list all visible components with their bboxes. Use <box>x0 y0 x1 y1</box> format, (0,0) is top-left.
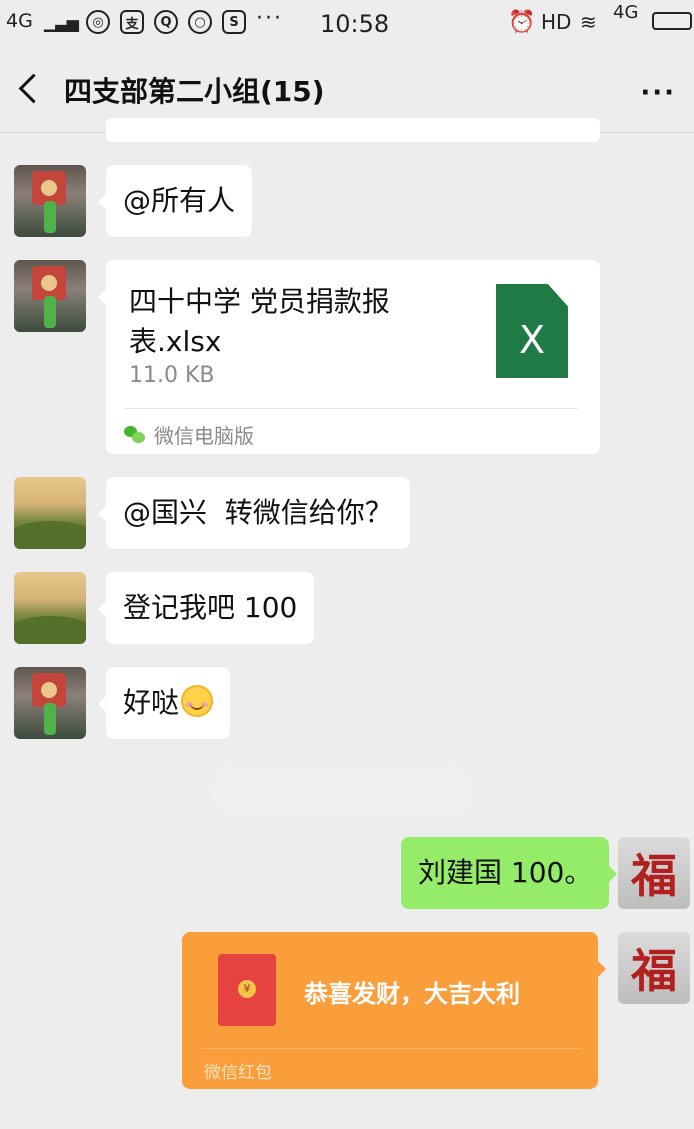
red-packet-greeting: 恭喜发财，大吉大利 <box>304 980 520 1008</box>
partial-message-bubble[interactable] <box>106 118 600 142</box>
chat-title: 四支部第二小组(15) <box>64 75 325 108</box>
message-bubble[interactable]: 好哒 <box>97 667 231 739</box>
pay-icon: 支 <box>120 10 144 34</box>
self-avatar[interactable]: 福 <box>618 932 690 1004</box>
self-avatar[interactable]: 福 <box>618 837 690 909</box>
excel-file-icon: X <box>496 284 568 378</box>
avatar[interactable] <box>14 572 86 644</box>
message-bubble[interactable]: 登记我吧 100 <box>97 572 315 644</box>
alarm-icon: ⏰ <box>508 10 536 35</box>
signal-bars-icon: ▁▃▅ <box>44 13 79 32</box>
avatar[interactable] <box>14 260 86 332</box>
battery-icon <box>652 12 692 30</box>
signal-left: 4G <box>6 10 33 32</box>
avatar[interactable] <box>14 165 86 237</box>
file-name: 四十中学 党员捐款报表.xlsx <box>129 285 390 358</box>
file-size: 11.0 KB <box>129 363 215 388</box>
avatar[interactable] <box>14 477 86 549</box>
red-packet-label: 微信红包 <box>204 1063 272 1083</box>
message-text: @国兴 转微信给你？ <box>123 496 393 529</box>
message-text: 好哒 <box>123 686 180 719</box>
file-source-label: 微信电脑版 <box>154 424 254 448</box>
more-button[interactable]: ··· <box>640 78 676 108</box>
status-bar: 4G ▁▃▅ ◎ 支 Q ○ S ··· 10:58 ⏰ HD ≋ 4G <box>0 0 694 48</box>
message-text: @所有人 <box>123 184 236 217</box>
wifi-icon: ≋ <box>580 10 597 34</box>
s-icon: S <box>222 10 246 34</box>
chat-icon: ○ <box>188 10 212 34</box>
avatar[interactable] <box>14 667 86 739</box>
red-packet-message[interactable]: ¥ 恭喜发财，大吉大利 微信红包 <box>182 932 606 1089</box>
clock: 10:58 <box>320 10 390 38</box>
time-divider <box>212 762 474 816</box>
divider <box>124 408 578 409</box>
hd-label: HD <box>541 10 572 34</box>
smile-emoji-icon <box>181 685 214 717</box>
wechat-icon <box>124 425 146 444</box>
back-button[interactable] <box>14 70 44 106</box>
file-message[interactable]: 四十中学 党员捐款报表.xlsx 11.0 KB X 微信电脑版 <box>98 260 600 454</box>
globe-icon: ◎ <box>86 10 110 34</box>
file-source: 微信电脑版 <box>124 420 254 449</box>
message-text: 刘建国 100。 <box>418 856 593 889</box>
message-bubble[interactable]: @国兴 转微信给你？ <box>98 477 410 549</box>
signal-right: 4G <box>613 2 639 23</box>
overflow-indicator: ··· <box>256 6 283 31</box>
divider <box>200 1048 580 1049</box>
notification-icons: ◎ 支 Q ○ S <box>86 10 246 34</box>
message-bubble[interactable]: @所有人 <box>97 165 253 237</box>
qq-icon: Q <box>154 10 178 34</box>
red-envelope-icon: ¥ <box>218 954 276 1026</box>
self-message-bubble[interactable]: 刘建国 100。 <box>401 837 618 909</box>
message-text: 登记我吧 100 <box>123 591 298 624</box>
